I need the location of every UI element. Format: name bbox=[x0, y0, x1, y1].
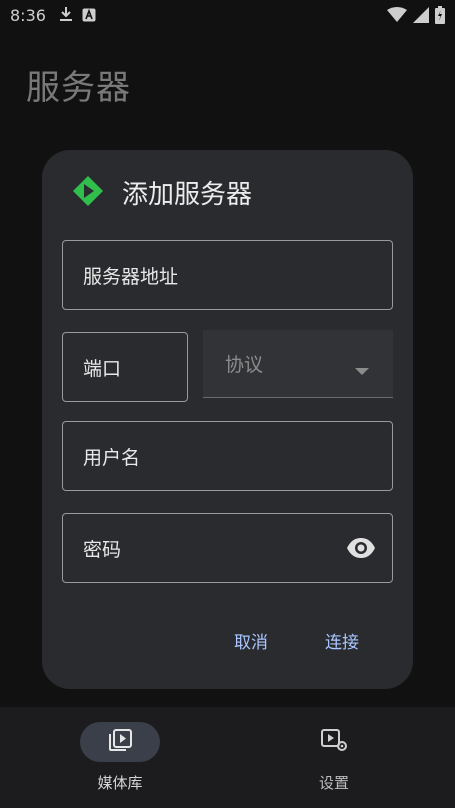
cancel-button[interactable]: 取消 bbox=[234, 628, 268, 653]
protocol-dropdown[interactable]: 协议 bbox=[203, 330, 393, 398]
nav-item-settings[interactable]: 设置 bbox=[274, 722, 394, 793]
server-address-field[interactable]: 服务器地址 bbox=[62, 240, 393, 310]
dialog-header: 添加服务器 bbox=[72, 174, 252, 211]
settings-play-icon bbox=[320, 727, 348, 757]
bottom-navigation: 媒体库 设置 bbox=[0, 707, 455, 808]
add-server-dialog: 添加服务器 服务器地址 端口 协议 用户名 密码 取消 连接 bbox=[42, 150, 413, 689]
password-field[interactable]: 密码 bbox=[62, 513, 393, 583]
protocol-placeholder: 协议 bbox=[225, 354, 264, 376]
username-field[interactable]: 用户名 bbox=[62, 421, 393, 491]
port-placeholder: 端口 bbox=[83, 357, 122, 380]
media-library-icon bbox=[107, 727, 133, 757]
port-field[interactable]: 端口 bbox=[62, 332, 188, 402]
nav-indicator-inactive bbox=[294, 722, 374, 762]
nav-indicator bbox=[80, 722, 160, 762]
password-placeholder: 密码 bbox=[83, 538, 122, 561]
dialog-title: 添加服务器 bbox=[122, 180, 253, 210]
app-logo-icon bbox=[72, 175, 104, 211]
server-address-placeholder: 服务器地址 bbox=[83, 265, 179, 288]
visibility-eye-icon[interactable] bbox=[346, 536, 376, 565]
nav-label-media-library: 媒体库 bbox=[97, 774, 143, 792]
nav-item-media-library[interactable]: 媒体库 bbox=[60, 722, 180, 793]
nav-label-settings: 设置 bbox=[318, 774, 349, 792]
dropdown-arrow-icon bbox=[355, 359, 369, 381]
connect-button[interactable]: 连接 bbox=[325, 628, 359, 653]
username-placeholder: 用户名 bbox=[83, 446, 141, 469]
